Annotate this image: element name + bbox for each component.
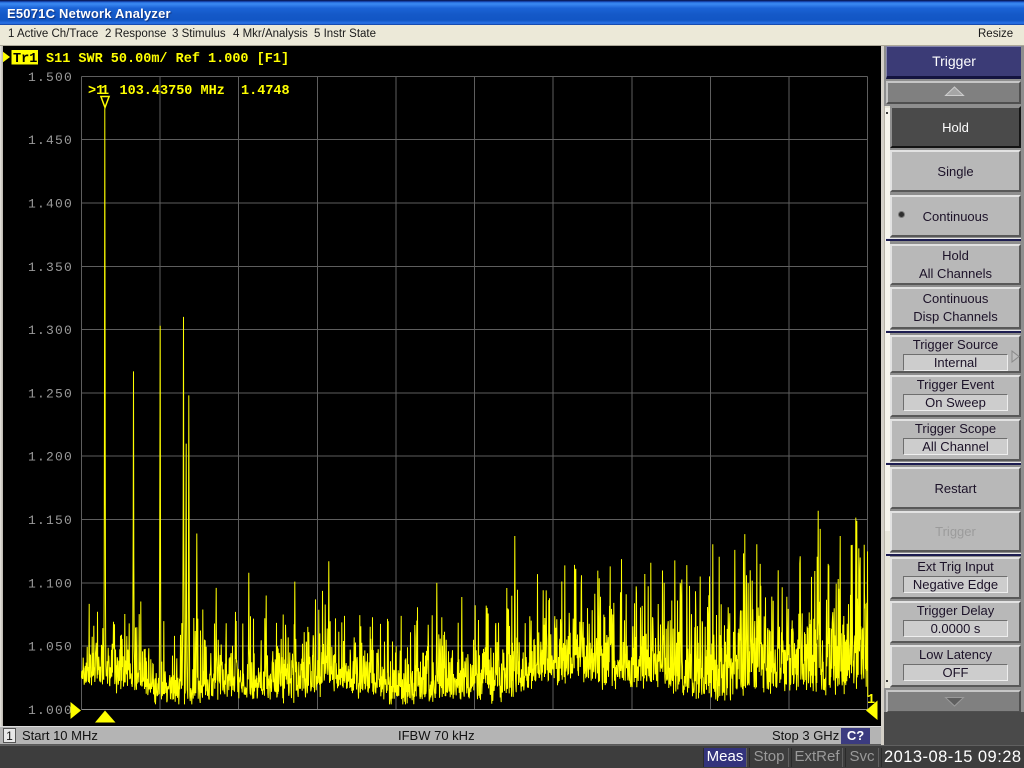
svg-text:S11 SWR 50.00m/ Ref 1.000 [F1]: S11 SWR 50.00m/ Ref 1.000 [F1] <box>46 52 289 67</box>
svg-text:1.400: 1.400 <box>28 196 73 211</box>
svg-text:1.000: 1.000 <box>28 703 73 718</box>
svg-text:1: 1 <box>867 693 875 708</box>
svg-text:1.350: 1.350 <box>28 260 73 275</box>
svg-text:1.450: 1.450 <box>28 133 73 148</box>
svg-text:1.050: 1.050 <box>28 640 73 655</box>
svg-text:Tr1: Tr1 <box>13 52 37 67</box>
svg-text:1.150: 1.150 <box>28 513 73 528</box>
svg-text:1.300: 1.300 <box>28 323 73 338</box>
svg-text:103.43750 MHz 1.4748: 103.43750 MHz 1.4748 <box>120 84 290 99</box>
svg-text:1.250: 1.250 <box>28 386 73 401</box>
svg-text:1.100: 1.100 <box>28 576 73 591</box>
svg-text:1.200: 1.200 <box>28 450 73 465</box>
svg-text:1.500: 1.500 <box>28 70 73 85</box>
